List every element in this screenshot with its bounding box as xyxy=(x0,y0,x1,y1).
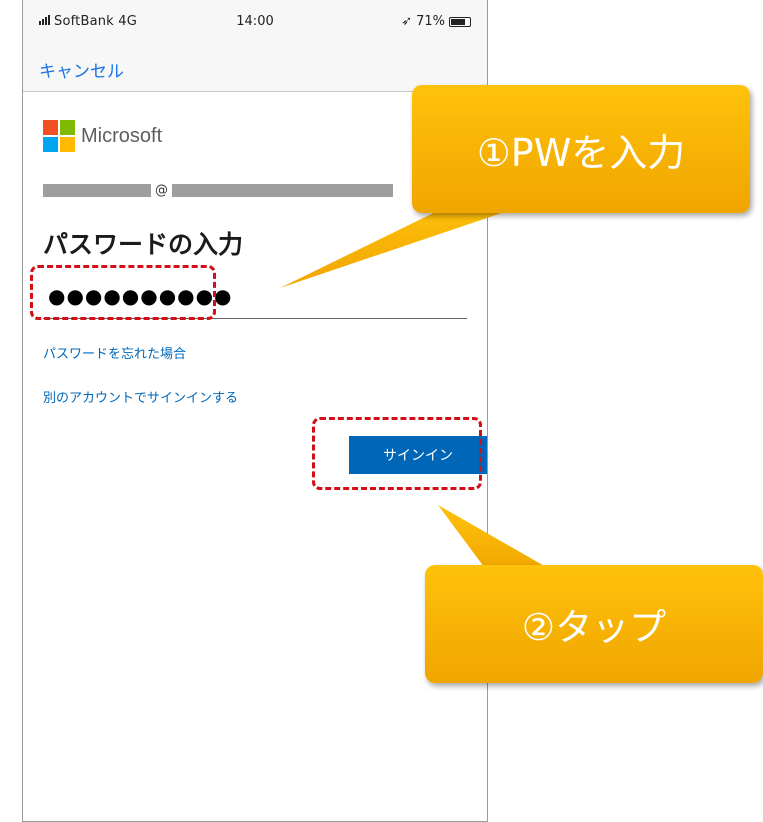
battery-icon xyxy=(449,16,471,27)
callout-step2: ②タップ xyxy=(425,565,763,683)
signin-form: Microsoft @ パスワードの入力 ●●●●●●●●●● パスワードを忘れ… xyxy=(43,120,487,474)
redacted-domain xyxy=(172,183,393,197)
battery-percent: 71% xyxy=(416,14,445,29)
forgot-password-link[interactable]: パスワードを忘れた場合 xyxy=(43,343,186,362)
status-bar: SoftBank 4G 14:00 ➶ 71% xyxy=(23,0,487,44)
microsoft-logo-icon xyxy=(43,120,75,152)
redacted-username xyxy=(43,183,151,197)
other-account-link[interactable]: 別のアカウントでサインインする xyxy=(43,387,238,406)
status-indicators: ➶ 71% xyxy=(401,14,471,29)
cancel-button[interactable]: キャンセル xyxy=(39,57,124,82)
brand-name: Microsoft xyxy=(81,124,163,147)
page-title: パスワードの入力 xyxy=(43,230,244,259)
signin-highlight-box xyxy=(312,417,482,490)
at-sign: @ xyxy=(155,182,168,198)
callout-step1: ①PWを入力 xyxy=(412,85,750,213)
password-highlight-box xyxy=(30,265,216,320)
microsoft-logo: Microsoft xyxy=(43,120,467,152)
account-identifier: @ xyxy=(43,182,393,198)
location-icon: ➶ xyxy=(401,14,413,29)
